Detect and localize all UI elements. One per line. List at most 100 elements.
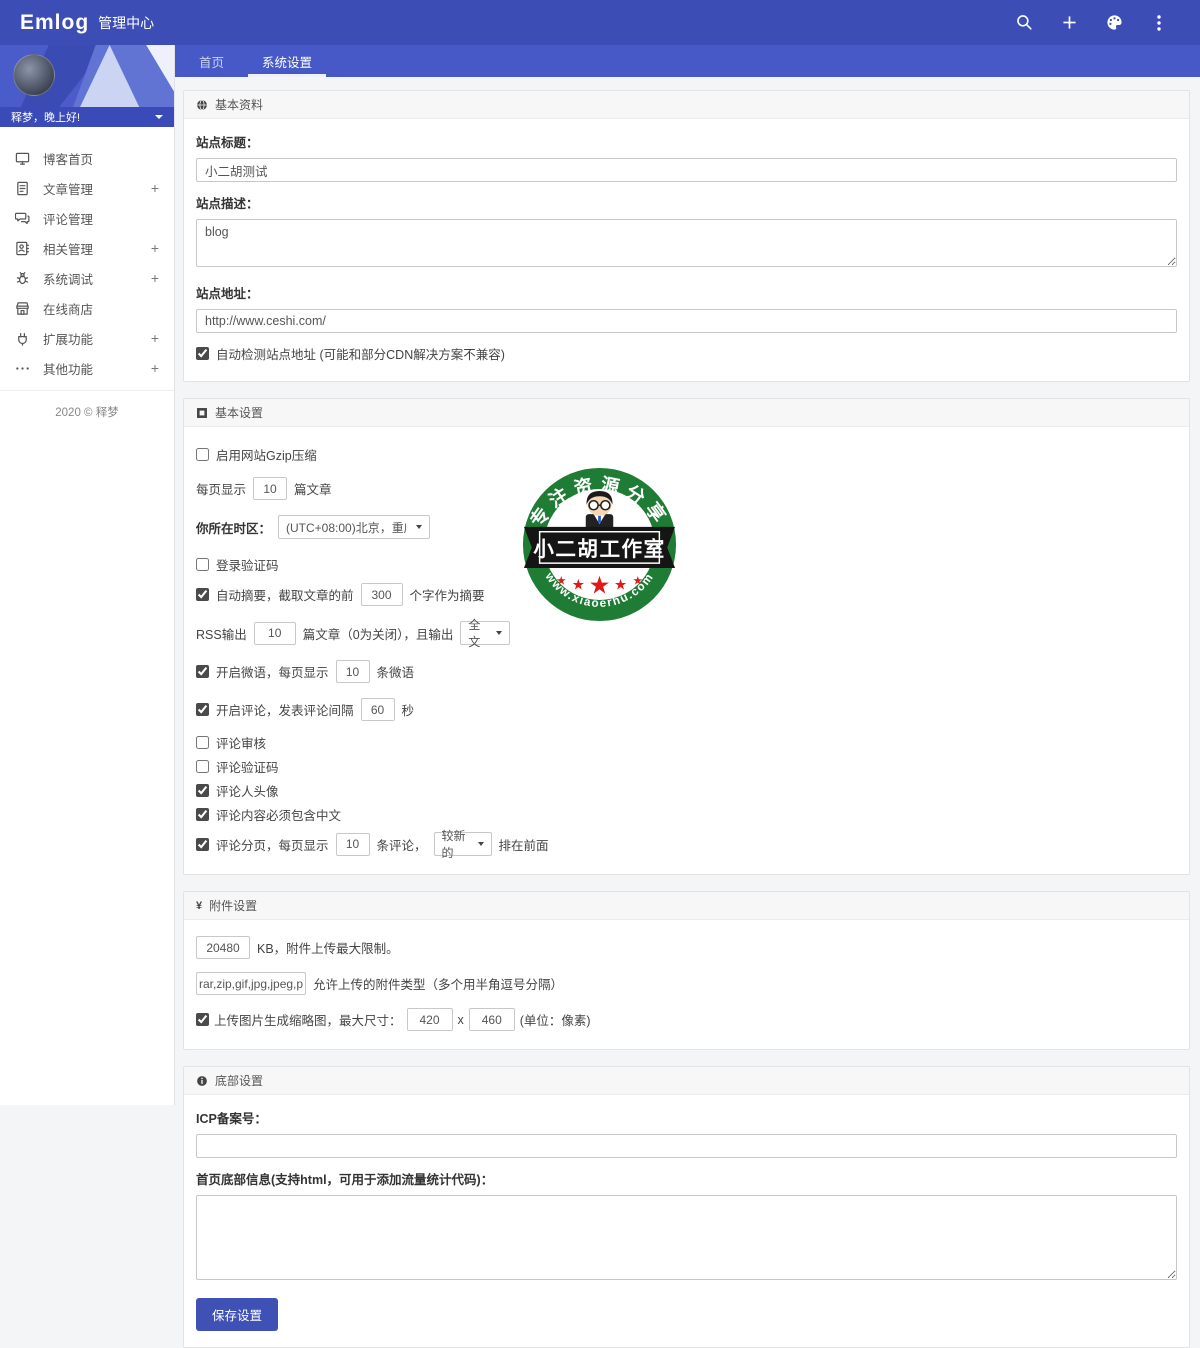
comment-order-select[interactable]: 较新的 <box>434 832 492 856</box>
monitor-icon <box>15 151 30 166</box>
expand-plus-icon[interactable]: + <box>151 330 159 346</box>
globe-icon <box>196 99 208 111</box>
rss-output-select[interactable]: 全文 <box>460 621 510 645</box>
panel-title: 基本设置 <box>215 404 263 421</box>
tab-system-settings[interactable]: 系统设置 <box>248 45 326 77</box>
timezone-value: (UTC+08:00)北京，重庆，香港特别行政区， <box>286 519 406 536</box>
comment-audit-label: 评论审核 <box>216 733 266 752</box>
sidebar-item-extensions[interactable]: 扩展功能 + <box>0 323 174 353</box>
save-settings-button[interactable]: 保存设置 <box>196 1298 278 1331</box>
sidebar-banner-decoration <box>0 45 174 107</box>
twitter-checkbox[interactable] <box>196 665 209 678</box>
panel-basic-settings: 基本设置 启用网站Gzip压缩 每页显示 篇文章 你所在时区： (UTC+08:… <box>183 398 1190 875</box>
rss-output-value: 全文 <box>468 616 486 650</box>
sidebar: 释梦，晚上好! 博客首页 文章管理 + 评论管理 相关管理 + 系统调试 + <box>0 45 175 1105</box>
sidebar-item-related[interactable]: 相关管理 + <box>0 233 174 263</box>
comment-paging-post: 排在前面 <box>499 835 549 854</box>
rss-pre: RSS输出 <box>196 624 247 643</box>
thumbnail-times: x <box>458 1013 464 1027</box>
sidebar-item-articles[interactable]: 文章管理 + <box>0 173 174 203</box>
settings-square-icon <box>196 407 208 419</box>
search-icon[interactable] <box>1015 14 1033 32</box>
panel-title: 附件设置 <box>209 897 257 914</box>
site-desc-label: 站点描述： <box>196 193 1177 212</box>
expand-plus-icon[interactable]: + <box>151 180 159 196</box>
expand-plus-icon[interactable]: + <box>151 270 159 286</box>
thumb-height-input[interactable] <box>469 1008 515 1031</box>
panel-header: 基本设置 <box>184 399 1189 427</box>
expand-plus-icon[interactable]: + <box>151 240 159 256</box>
file-types-input[interactable] <box>196 972 306 995</box>
emlog-logo: Emlog <box>20 11 89 35</box>
login-captcha-checkbox[interactable] <box>196 558 209 571</box>
top-navbar: Emlog 管理中心 <box>0 0 1200 45</box>
sidebar-item-blog-home[interactable]: 博客首页 <box>0 143 174 173</box>
thumbnail-checkbox[interactable] <box>196 1013 209 1026</box>
timezone-select[interactable]: (UTC+08:00)北京，重庆，香港特别行政区， <box>278 515 430 539</box>
comment-chinese-label: 评论内容必须包含中文 <box>216 805 341 824</box>
sidebar-item-comments[interactable]: 评论管理 <box>0 203 174 233</box>
auto-detect-label: 自动检测站点地址 (可能和部分CDN解决方案不兼容) <box>216 344 505 363</box>
max-upload-label: KB，附件上传最大限制。 <box>257 938 399 957</box>
panel-footer-settings: 底部设置 ICP备案号： 首页底部信息(支持html，可用于添加流量统计代码)：… <box>183 1066 1190 1348</box>
navbar-title: 管理中心 <box>98 13 154 33</box>
footer-info-textarea[interactable] <box>196 1195 1177 1280</box>
per-page-input[interactable] <box>253 477 287 500</box>
tab-bar: 首页 系统设置 <box>175 45 1200 77</box>
comment-paging-pre: 评论分页，每页显示 <box>216 835 329 854</box>
gzip-checkbox[interactable] <box>196 448 209 461</box>
thumbnail-post: (单位：像素) <box>520 1010 591 1029</box>
icp-input[interactable] <box>196 1134 1177 1158</box>
login-captcha-label: 登录验证码 <box>216 555 279 574</box>
add-icon[interactable] <box>1060 14 1078 32</box>
expand-plus-icon[interactable]: + <box>151 360 159 376</box>
comment-interval-input[interactable] <box>361 698 395 721</box>
sidebar-item-debug[interactable]: 系统调试 + <box>0 263 174 293</box>
site-desc-textarea[interactable]: blog <box>196 219 1177 267</box>
attachment-icon: ¥ <box>196 900 202 912</box>
ellipsis-icon <box>15 361 30 376</box>
file-types-label: 允许上传的附件类型（多个用半角逗号分隔） <box>313 974 563 993</box>
auto-excerpt-post: 个字作为摘要 <box>410 585 485 604</box>
user-avatar[interactable] <box>13 54 55 96</box>
comment-audit-checkbox[interactable] <box>196 736 209 749</box>
site-title-input[interactable] <box>196 158 1177 182</box>
max-upload-input[interactable] <box>196 936 250 959</box>
gzip-label: 启用网站Gzip压缩 <box>216 445 317 464</box>
sidebar-item-store[interactable]: 在线商店 <box>0 293 174 323</box>
comment-paging-checkbox[interactable] <box>196 838 209 851</box>
comments-icon <box>15 211 30 226</box>
auto-detect-checkbox[interactable] <box>196 347 209 360</box>
greeting-text: 释梦，晚上好! <box>11 109 80 125</box>
comment-captcha-checkbox[interactable] <box>196 760 209 773</box>
select-arrow-icon <box>416 525 422 529</box>
site-url-input[interactable] <box>196 309 1177 333</box>
twitter-count-input[interactable] <box>336 660 370 683</box>
kebab-menu-icon[interactable] <box>1150 14 1168 32</box>
rss-count-input[interactable] <box>254 622 296 645</box>
auto-excerpt-checkbox[interactable] <box>196 588 209 601</box>
tab-home[interactable]: 首页 <box>185 45 238 77</box>
excerpt-length-input[interactable] <box>361 583 403 606</box>
comment-chinese-checkbox[interactable] <box>196 808 209 821</box>
panel-title: 基本资料 <box>215 96 263 113</box>
comment-paging-input[interactable] <box>336 833 370 856</box>
comment-enable-checkbox[interactable] <box>196 703 209 716</box>
comment-interval-pre: 开启评论，发表评论间隔 <box>216 700 354 719</box>
panel-header: 基本资料 <box>184 91 1189 119</box>
bug-icon <box>15 271 30 286</box>
timezone-label: 你所在时区： <box>196 518 271 537</box>
panel-attachment: ¥ 附件设置 KB，附件上传最大限制。 允许上传的附件类型（多个用半角逗号分隔）… <box>183 891 1190 1050</box>
comment-avatar-checkbox[interactable] <box>196 784 209 797</box>
thumb-width-input[interactable] <box>407 1008 453 1031</box>
chevron-down-icon <box>155 115 163 119</box>
rss-mid: 篇文章（0为关闭），且输出 <box>303 624 454 643</box>
twitter-post: 条微语 <box>377 662 415 681</box>
user-greeting-dropdown[interactable]: 释梦，晚上好! <box>0 107 174 127</box>
select-arrow-icon <box>496 631 502 635</box>
panel-basic-info: 基本资料 站点标题： 站点描述： blog 站点地址： 自动检测站点地址 (可能… <box>183 90 1190 382</box>
theme-palette-icon[interactable] <box>1105 14 1123 32</box>
per-page-pre: 每页显示 <box>196 479 246 498</box>
sidebar-item-other[interactable]: 其他功能 + <box>0 353 174 383</box>
site-url-label: 站点地址： <box>196 283 1177 302</box>
